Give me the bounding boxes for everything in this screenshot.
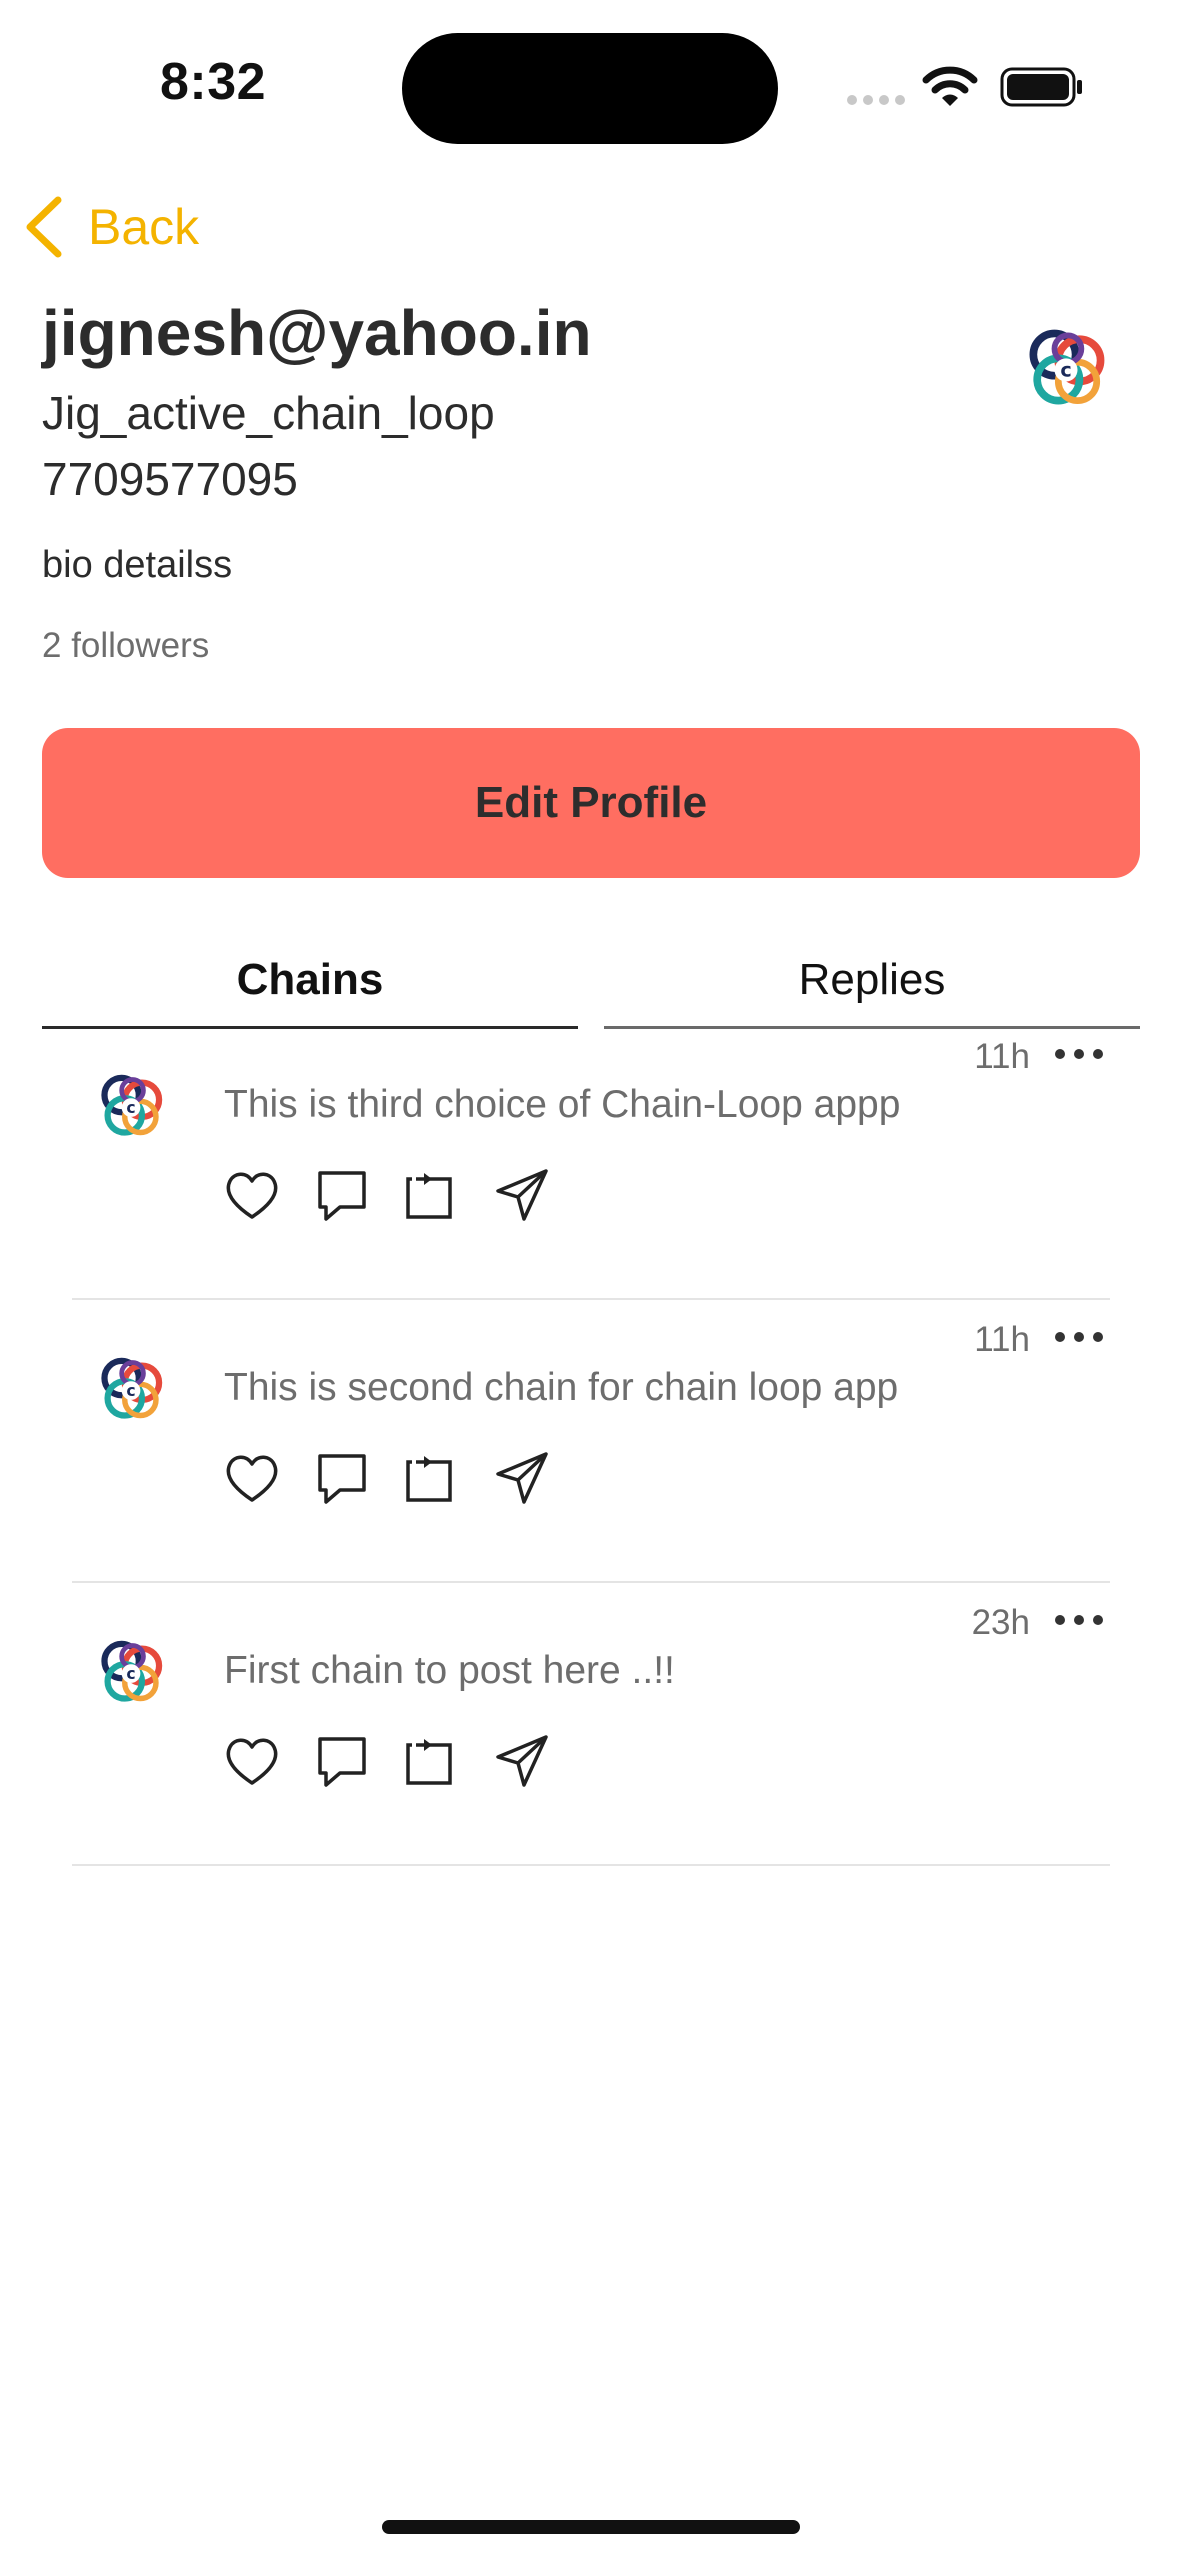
comment-icon[interactable] — [312, 1731, 372, 1791]
post-divider — [72, 1864, 1110, 1866]
status-time: 8:32 — [160, 53, 267, 111]
logo-icon[interactable]: c — [1018, 320, 1114, 416]
post-text: This is second chain for chain loop app — [224, 1366, 899, 1409]
svg-text:c: c — [126, 1665, 135, 1683]
post-time: 11h — [974, 1037, 1030, 1076]
chevron-left-icon — [26, 196, 62, 258]
repost-icon[interactable] — [402, 1448, 462, 1508]
cellular-signal-icon — [847, 95, 905, 105]
repost-icon[interactable] — [402, 1731, 462, 1791]
comment-icon[interactable] — [312, 1165, 372, 1225]
wifi-icon — [922, 66, 978, 106]
edit-profile-button[interactable]: Edit Profile — [42, 728, 1140, 878]
send-icon[interactable] — [492, 1731, 552, 1791]
post-item: c 11h This is third choice of Chain-Loop… — [72, 1017, 1110, 1300]
profile-username: Jig_active_chain_loop — [42, 387, 495, 439]
post-text: First chain to post here ..!! — [224, 1649, 675, 1692]
repost-icon[interactable] — [402, 1165, 462, 1225]
profile-bio: bio detailss — [42, 544, 233, 586]
tab-chains[interactable]: Chains — [42, 930, 578, 1030]
send-icon[interactable] — [492, 1448, 552, 1508]
profile-phone: 7709577095 — [42, 453, 298, 505]
post-time: 11h — [974, 1320, 1030, 1359]
post-item: c 23h First chain to post here ..!! — [72, 1583, 1110, 1866]
send-icon[interactable] — [492, 1165, 552, 1225]
svg-text:c: c — [126, 1099, 135, 1117]
svg-text:c: c — [126, 1382, 135, 1400]
comment-icon[interactable] — [312, 1448, 372, 1508]
more-icon[interactable] — [1052, 1322, 1106, 1352]
back-button[interactable]: Back — [24, 196, 199, 258]
more-icon[interactable] — [1052, 1039, 1106, 1069]
post-actions — [222, 1731, 582, 1791]
post-item: c 11h This is second chain for chain loo… — [72, 1300, 1110, 1583]
post-text: This is third choice of Chain-Loop appp — [224, 1083, 901, 1126]
profile-email: jignesh@yahoo.in — [42, 297, 592, 369]
tab-replies[interactable]: Replies — [604, 930, 1140, 1030]
heart-icon[interactable] — [222, 1448, 282, 1508]
heart-icon[interactable] — [222, 1165, 282, 1225]
post-time: 23h — [971, 1603, 1030, 1642]
more-icon[interactable] — [1052, 1605, 1106, 1635]
back-label: Back — [88, 199, 200, 255]
home-indicator[interactable] — [382, 2520, 800, 2534]
post-avatar-logo-icon[interactable]: c — [92, 1350, 170, 1428]
post-avatar-logo-icon[interactable]: c — [92, 1633, 170, 1711]
post-actions — [222, 1448, 582, 1508]
post-avatar-logo-icon[interactable]: c — [92, 1067, 170, 1145]
followers-count[interactable]: 2 followers — [42, 626, 209, 666]
dynamic-island — [402, 33, 778, 144]
svg-text:c: c — [1060, 359, 1071, 382]
post-actions — [222, 1165, 582, 1225]
battery-icon — [1000, 67, 1082, 107]
heart-icon[interactable] — [222, 1731, 282, 1791]
